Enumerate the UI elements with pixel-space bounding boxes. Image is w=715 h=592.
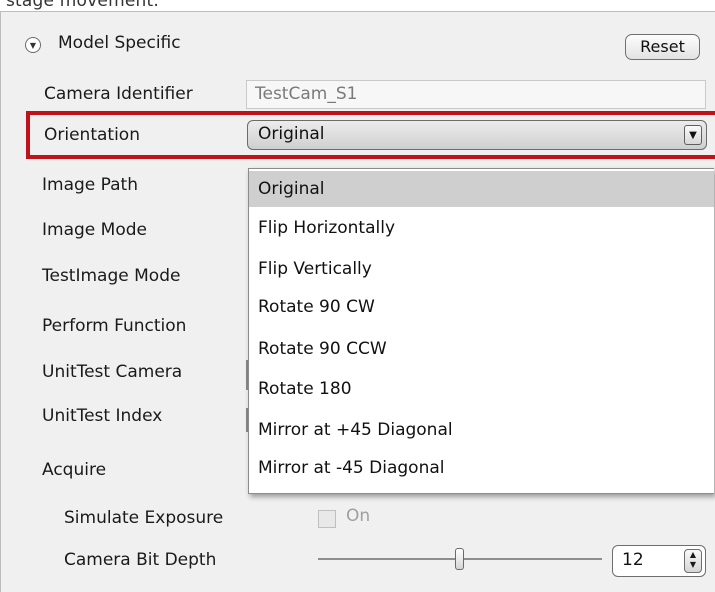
image-path-label: Image Path bbox=[42, 175, 138, 195]
camera-identifier-label: Camera Identifier bbox=[44, 84, 193, 104]
simulate-exposure-label: Simulate Exposure bbox=[64, 508, 224, 528]
dropdown-option-rotate-90-cw[interactable]: Rotate 90 CW bbox=[249, 289, 714, 325]
dropdown-option-rotate-90-ccw[interactable]: Rotate 90 CCW bbox=[249, 331, 714, 367]
section-title[interactable]: Model Specific bbox=[58, 33, 181, 53]
bit-depth-spinbox[interactable]: 12 ▲ ▼ bbox=[612, 545, 706, 577]
camera-identifier-field[interactable]: TestCam_S1 bbox=[246, 80, 706, 109]
dropdown-option-rotate-180[interactable]: Rotate 180 bbox=[249, 371, 714, 407]
orientation-label: Orientation bbox=[44, 125, 140, 145]
acquire-label: Acquire bbox=[42, 460, 107, 480]
orientation-dropdown-list: Original Flip Horizontally Flip Vertical… bbox=[248, 168, 714, 494]
orientation-select[interactable]: Original ▼ bbox=[247, 120, 707, 150]
image-mode-label: Image Mode bbox=[42, 220, 147, 240]
testimage-mode-label: TestImage Mode bbox=[42, 266, 181, 286]
dropdown-option-flip-vertically[interactable]: Flip Vertically bbox=[249, 251, 714, 287]
dropdown-option-flip-horizontally[interactable]: Flip Horizontally bbox=[249, 210, 714, 246]
bit-depth-value: 12 bbox=[622, 550, 644, 570]
dropdown-option-mirror-minus-45[interactable]: Mirror at -45 Diagonal bbox=[249, 450, 714, 486]
unittest-index-label: UnitTest Index bbox=[42, 406, 163, 426]
up-down-arrows-icon[interactable]: ▲ ▼ bbox=[684, 549, 702, 573]
reset-button[interactable]: Reset bbox=[625, 34, 700, 60]
chevron-down-circle-icon[interactable]: ▼ bbox=[25, 37, 41, 53]
bit-depth-slider-thumb[interactable] bbox=[455, 548, 464, 570]
unittest-camera-label: UnitTest Camera bbox=[42, 362, 183, 382]
triangle-down-icon[interactable]: ▼ bbox=[684, 125, 702, 145]
perform-function-label: Perform Function bbox=[42, 316, 187, 336]
camera-bit-depth-label: Camera Bit Depth bbox=[64, 550, 217, 570]
dropdown-option-original[interactable]: Original bbox=[249, 171, 714, 207]
intro-text: stage movement. bbox=[6, 0, 159, 11]
dropdown-option-mirror-plus-45[interactable]: Mirror at +45 Diagonal bbox=[249, 412, 714, 448]
simulate-exposure-checkbox[interactable] bbox=[318, 510, 336, 528]
simulate-exposure-check-label[interactable]: On bbox=[346, 506, 370, 526]
orientation-select-value: Original bbox=[258, 124, 325, 144]
